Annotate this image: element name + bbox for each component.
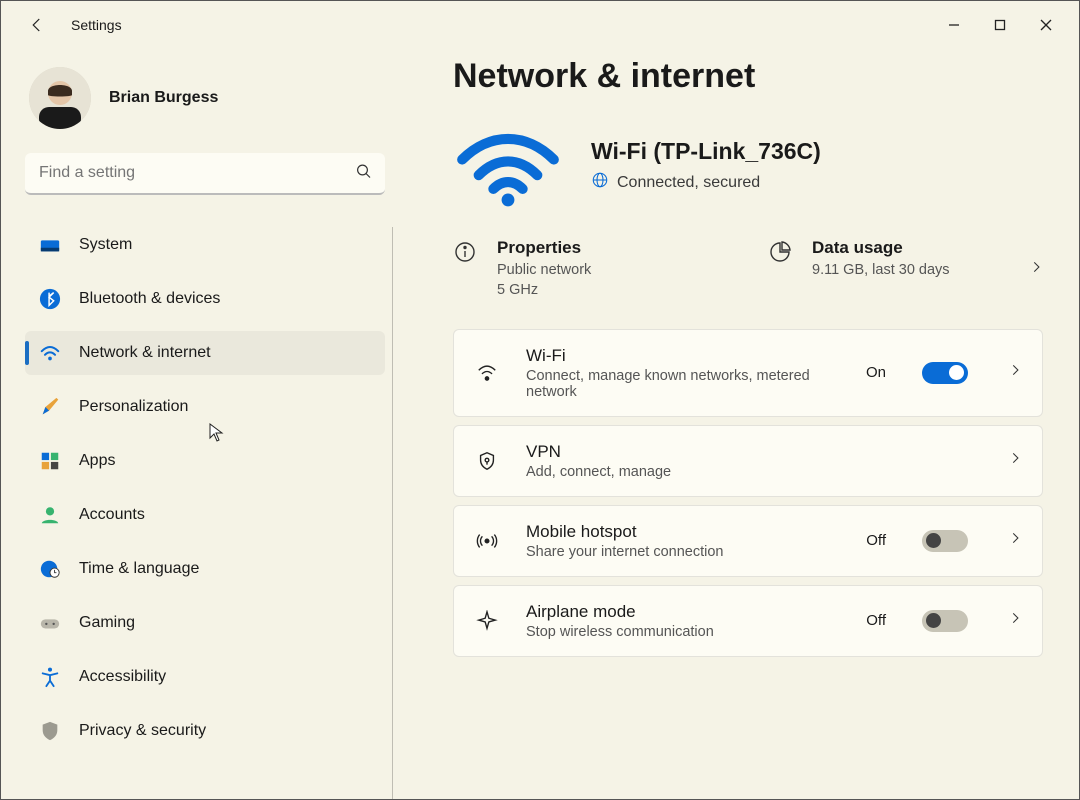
chevron-right-icon xyxy=(1008,451,1022,470)
sidebar-item-apps[interactable]: Apps xyxy=(25,439,385,483)
search-input[interactable] xyxy=(25,153,385,195)
sidebar-item-label: Gaming xyxy=(79,614,135,632)
sidebar-item-label: Apps xyxy=(79,452,115,470)
search-icon xyxy=(355,163,373,186)
network-status: Wi-Fi (TP-Link_736C) Connected, secured xyxy=(453,122,1043,210)
accessibility-icon xyxy=(39,666,61,688)
brush-icon xyxy=(39,396,61,418)
user-profile[interactable]: Brian Burgess xyxy=(25,67,393,129)
hotspot-icon xyxy=(474,530,500,552)
titlebar: Settings xyxy=(1,1,1079,49)
wifi-icon xyxy=(39,342,61,364)
card-wifi[interactable]: Wi-FiConnect, manage known networks, met… xyxy=(453,329,1043,417)
card-subtitle: Stop wireless communication xyxy=(526,624,840,640)
content: Network & internet Wi-Fi (TP-Link_736C) … xyxy=(401,49,1079,799)
settings-cards: Wi-FiConnect, manage known networks, met… xyxy=(453,329,1043,657)
avatar xyxy=(29,67,91,129)
sidebar-item-label: Time & language xyxy=(79,560,199,578)
card-subtitle: Connect, manage known networks, metered … xyxy=(526,368,840,400)
card-subtitle: Add, connect, manage xyxy=(526,464,982,480)
datausage-cell[interactable]: Data usage 9.11 GB, last 30 days xyxy=(768,234,1043,305)
globe-icon xyxy=(591,171,609,194)
sidebar: Brian Burgess System Bluetooth & devices N… xyxy=(1,49,401,799)
sidebar-item-label: System xyxy=(79,236,132,254)
chevron-right-icon xyxy=(1008,531,1022,550)
chevron-right-icon xyxy=(1029,260,1043,279)
sidebar-item-wifi[interactable]: Network & internet xyxy=(25,331,385,375)
card-hotspot[interactable]: Mobile hotspot Share your internet connec… xyxy=(453,505,1043,577)
minimize-button[interactable] xyxy=(931,7,977,43)
sidebar-item-account[interactable]: Accounts xyxy=(25,493,385,537)
sidebar-item-brush[interactable]: Personalization xyxy=(25,385,385,429)
user-name: Brian Burgess xyxy=(109,89,218,107)
close-button[interactable] xyxy=(1023,7,1069,43)
properties-line1: Public network xyxy=(497,260,591,280)
chevron-right-icon xyxy=(1008,611,1022,630)
nav-list: System Bluetooth & devices Network & inter… xyxy=(25,223,393,799)
hotspot-toggle[interactable] xyxy=(922,530,968,552)
vpn-icon xyxy=(474,450,500,472)
sidebar-item-globe-clock[interactable]: Time & language xyxy=(25,547,385,591)
apps-icon xyxy=(39,450,61,472)
card-title: Airplane mode xyxy=(526,602,840,622)
card-airplane[interactable]: Airplane mode Stop wireless communication… xyxy=(453,585,1043,657)
sidebar-item-accessibility[interactable]: Accessibility xyxy=(25,655,385,699)
toggle-label: On xyxy=(866,364,886,381)
window-title: Settings xyxy=(71,17,122,33)
sidebar-separator xyxy=(392,227,393,799)
properties-cell[interactable]: Properties Public network 5 GHz xyxy=(453,234,728,305)
wifi-toggle[interactable] xyxy=(922,362,968,384)
info-icon xyxy=(453,240,479,266)
chevron-right-icon xyxy=(1008,363,1022,382)
datausage-icon xyxy=(768,240,794,266)
shield-gray-icon xyxy=(39,720,61,742)
gaming-icon xyxy=(39,612,61,634)
sidebar-item-label: Accessibility xyxy=(79,668,166,686)
sidebar-item-system[interactable]: System xyxy=(25,223,385,267)
card-title: Wi-Fi xyxy=(526,346,840,366)
sidebar-item-label: Privacy & security xyxy=(79,722,206,740)
card-title: VPN xyxy=(526,442,982,462)
toggle-label: Off xyxy=(866,532,886,549)
network-ssid: Wi-Fi (TP-Link_736C) xyxy=(591,138,821,165)
airplane-toggle[interactable] xyxy=(922,610,968,632)
properties-title: Properties xyxy=(497,238,591,258)
wifi-icon xyxy=(474,362,500,384)
sidebar-item-gaming[interactable]: Gaming xyxy=(25,601,385,645)
properties-line2: 5 GHz xyxy=(497,280,591,300)
card-title: Mobile hotspot xyxy=(526,522,840,542)
sidebar-item-bluetooth[interactable]: Bluetooth & devices xyxy=(25,277,385,321)
network-status-text: Connected, secured xyxy=(617,174,760,192)
card-vpn[interactable]: VPN Add, connect, manage xyxy=(453,425,1043,497)
sidebar-item-label: Network & internet xyxy=(79,344,211,362)
wifi-large-icon xyxy=(453,122,563,210)
datausage-title: Data usage xyxy=(812,238,950,258)
bluetooth-icon xyxy=(39,288,61,310)
globe-clock-icon xyxy=(39,558,61,580)
toggle-label: Off xyxy=(866,612,886,629)
sidebar-item-label: Bluetooth & devices xyxy=(79,290,220,308)
page-title: Network & internet xyxy=(453,57,1043,96)
sidebar-item-label: Personalization xyxy=(79,398,188,416)
maximize-button[interactable] xyxy=(977,7,1023,43)
sidebar-item-label: Accounts xyxy=(79,506,145,524)
back-button[interactable] xyxy=(23,11,51,39)
account-icon xyxy=(39,504,61,526)
card-subtitle: Share your internet connection xyxy=(526,544,840,560)
datausage-line: 9.11 GB, last 30 days xyxy=(812,260,950,280)
sidebar-item-shield-gray[interactable]: Privacy & security xyxy=(25,709,385,753)
system-icon xyxy=(39,234,61,256)
search-box[interactable] xyxy=(25,153,385,195)
airplane-icon xyxy=(474,610,500,632)
